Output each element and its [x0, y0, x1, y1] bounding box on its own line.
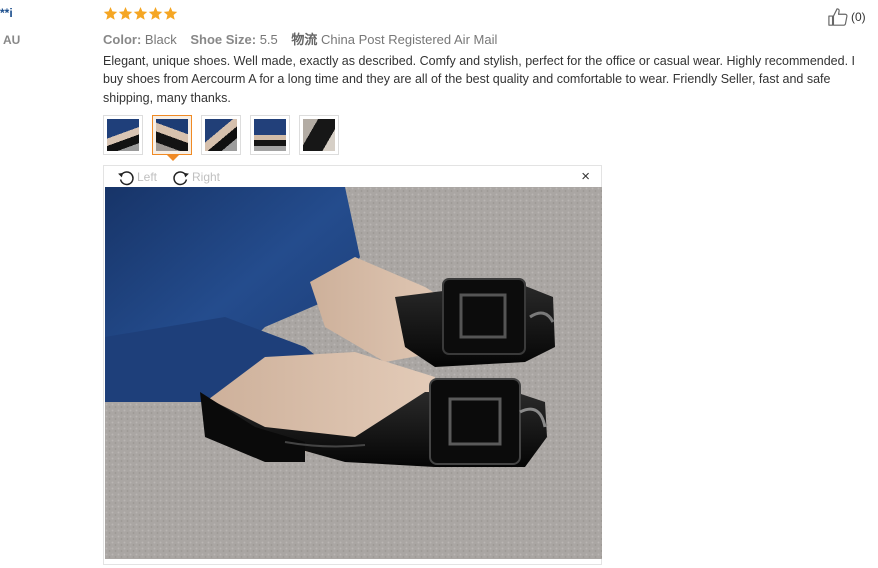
rotate-left-button[interactable]: Left: [115, 167, 157, 187]
size-label: Shoe Size:: [190, 32, 257, 47]
close-button[interactable]: ×: [581, 169, 590, 184]
shoe-photo-2-image: [105, 187, 602, 559]
review-thumbnails: [103, 115, 348, 161]
shoe-photo-5-icon: [303, 119, 335, 151]
rotate-right-icon: [171, 167, 191, 187]
rotate-left-label: Left: [137, 170, 158, 184]
review-thumbnail[interactable]: [299, 115, 339, 155]
thumbs-up-icon: [827, 7, 851, 27]
review-attributes: Color: Black Shoe Size: 5.5 物流 China Pos…: [103, 29, 507, 48]
shipping-label: 物流: [291, 32, 318, 47]
review-photo: [105, 187, 602, 559]
review-thumbnail[interactable]: [250, 115, 290, 155]
rotate-right-button[interactable]: Right: [170, 167, 220, 187]
star-icon: [133, 6, 148, 21]
star-icon: [163, 6, 178, 21]
review-thumbnail[interactable]: [103, 115, 143, 155]
color-value: Black: [144, 32, 177, 47]
star-icon: [118, 6, 133, 21]
star-icon: [103, 6, 118, 21]
star-icon: [148, 6, 163, 21]
viewer-toolbar: Left Right ×: [104, 166, 601, 187]
review-thumbnail[interactable]: [201, 115, 241, 155]
shipping-value: China Post Registered Air Mail: [321, 32, 498, 47]
shoe-photo-3-icon: [205, 119, 237, 151]
shoe-photo-4-icon: [254, 119, 286, 151]
rating-stars: [103, 6, 178, 22]
review-thumbnail-active[interactable]: [152, 115, 192, 161]
rotate-right-label: Right: [192, 170, 221, 184]
review-text: Elegant, unique shoes. Well made, exactl…: [103, 54, 855, 105]
shoe-photo-2-icon: [156, 119, 188, 151]
reviewer-name: **i: [0, 6, 13, 20]
rotate-left-icon: [116, 167, 136, 187]
shoe-photo-1-icon: [107, 119, 139, 151]
size-value: 5.5: [259, 32, 278, 47]
color-label: Color:: [103, 32, 142, 47]
reviewer-country: AU: [3, 33, 21, 47]
helpful-count: (0): [851, 10, 866, 24]
image-viewer: Left Right ×: [103, 165, 602, 565]
helpful-button[interactable]: (0): [827, 7, 866, 27]
